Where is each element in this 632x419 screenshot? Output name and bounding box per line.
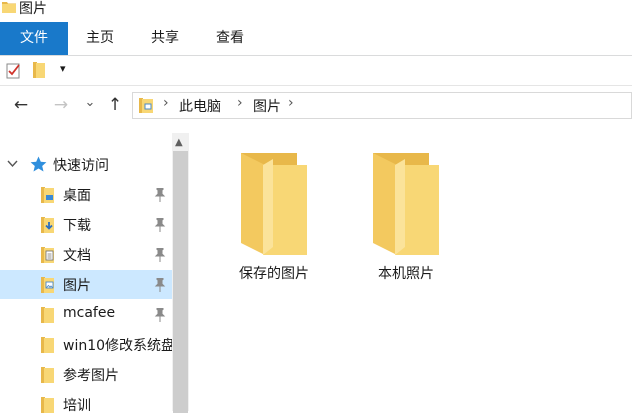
- scrollbar-thumb[interactable]: [173, 151, 188, 413]
- up-button[interactable]: ↑: [104, 94, 126, 116]
- breadcrumb-separator: ›: [237, 95, 243, 111]
- nav-item-quick-access[interactable]: 快速访问: [0, 150, 172, 179]
- documents-folder-icon: [41, 247, 54, 263]
- breadcrumb-this-pc[interactable]: 此电脑: [179, 96, 221, 116]
- address-bar[interactable]: › 此电脑 › 图片 ›: [132, 92, 632, 119]
- folder-icon: [2, 2, 16, 13]
- forward-button[interactable]: →: [50, 94, 72, 116]
- star-icon: [30, 156, 47, 172]
- scroll-up-icon[interactable]: ▲: [175, 137, 183, 148]
- breadcrumb-separator: ›: [288, 95, 294, 111]
- nav-item-desktop[interactable]: 桌面: [0, 180, 172, 209]
- nav-item-reference-pictures[interactable]: 参考图片: [0, 360, 172, 389]
- ribbon-tabs: 文件 主页 共享 查看: [0, 22, 632, 56]
- tab-view[interactable]: 查看: [210, 22, 250, 55]
- nav-item-training[interactable]: 培训: [0, 390, 172, 419]
- folder-icon: [41, 307, 54, 323]
- pin-icon[interactable]: [154, 218, 166, 232]
- pin-icon[interactable]: [154, 248, 166, 262]
- breadcrumb-pictures[interactable]: 图片: [253, 96, 281, 116]
- nav-label: 参考图片: [63, 368, 119, 384]
- folder-icon: [41, 337, 54, 353]
- folder-label: 本机照片: [378, 266, 434, 282]
- pictures-folder-icon: [41, 277, 54, 293]
- nav-pane-scrollbar[interactable]: ▲: [172, 133, 189, 413]
- properties-icon[interactable]: [6, 62, 22, 79]
- recent-locations-button[interactable]: ⌄: [82, 92, 98, 114]
- window-title: 图片: [19, 1, 47, 17]
- navigation-bar: ← → ⌄ ↑ › 此电脑 › 图片 ›: [0, 86, 632, 126]
- pin-icon[interactable]: [154, 308, 166, 322]
- folder-icon: [41, 367, 54, 383]
- title-bar: 图片: [0, 0, 632, 18]
- folder-icon: [241, 153, 307, 255]
- pin-icon[interactable]: [154, 188, 166, 202]
- file-list: 保存的图片 本机照片: [189, 133, 632, 411]
- nav-item-pictures[interactable]: 图片: [0, 270, 172, 299]
- pin-icon[interactable]: [154, 278, 166, 292]
- tab-file[interactable]: 文件: [0, 22, 68, 55]
- nav-item-downloads[interactable]: 下载: [0, 210, 172, 239]
- tab-home[interactable]: 主页: [80, 22, 120, 55]
- nav-item-documents[interactable]: 文档: [0, 240, 172, 269]
- download-folder-icon: [41, 217, 54, 233]
- folder-item-local-photos[interactable]: 本机照片: [356, 148, 456, 288]
- nav-item-win10[interactable]: win10修改系统盘: [0, 330, 172, 359]
- folder-icon: [373, 153, 439, 255]
- qat-dropdown-icon[interactable]: ▾: [60, 62, 66, 75]
- nav-item-mcafee[interactable]: mcafee: [0, 300, 172, 329]
- folder-item-saved-pictures[interactable]: 保存的图片: [224, 148, 324, 288]
- breadcrumb-separator: ›: [163, 95, 169, 111]
- nav-label: 快速访问: [53, 158, 109, 174]
- back-button[interactable]: ←: [10, 94, 32, 116]
- tab-share[interactable]: 共享: [145, 22, 185, 55]
- navigation-pane: 快速访问 桌面 下载 文档 图片 mcafee win10修改系统盘 参考图片 …: [0, 133, 172, 414]
- nav-label: 培训: [63, 398, 91, 414]
- chevron-down-icon[interactable]: [7, 160, 18, 168]
- nav-label: win10修改系统盘: [63, 338, 172, 354]
- quick-access-toolbar: ▾: [0, 56, 632, 86]
- new-folder-icon[interactable]: [33, 62, 45, 78]
- desktop-folder-icon: [41, 187, 54, 203]
- folder-label: 保存的图片: [239, 266, 309, 282]
- pictures-location-icon: [139, 98, 153, 113]
